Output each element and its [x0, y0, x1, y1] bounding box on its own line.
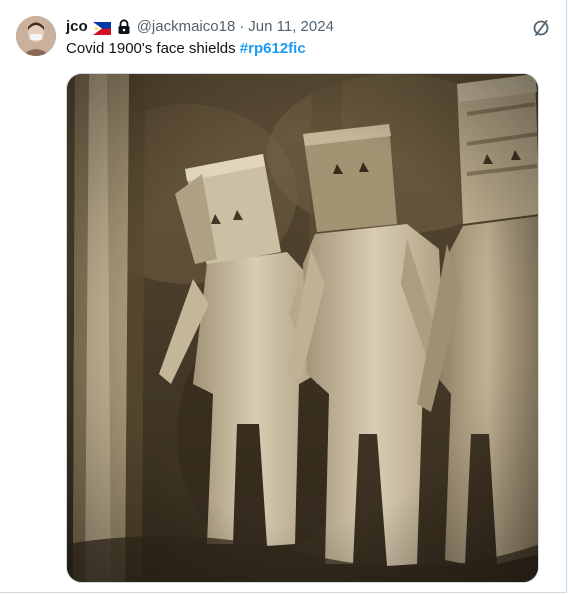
lock-icon: [117, 19, 131, 35]
tweet-body-text: Covid 1900's face shields: [66, 40, 240, 57]
photo-image: [67, 74, 538, 582]
hashtag-link[interactable]: #rp612fic: [240, 40, 306, 57]
tweet-photo[interactable]: [66, 73, 539, 583]
author-handle[interactable]: @jackmaico18: [137, 17, 236, 37]
tweet-header: jco @jackmaico18 · Jun 11, 2024: [66, 17, 334, 37]
tweet-date[interactable]: Jun 11, 2024: [248, 17, 334, 37]
tweet[interactable]: jco @jackmaico18 · Jun 11, 2024 Covid 19: [0, 0, 566, 592]
slashed-circle-icon[interactable]: [530, 17, 552, 39]
philippines-flag-icon: [92, 21, 111, 35]
avatar[interactable]: [16, 16, 56, 56]
tweet-text: Covid 1900's face shields #rp612fic: [66, 39, 306, 59]
display-name[interactable]: jco: [66, 17, 88, 37]
separator-dot: ·: [239, 18, 245, 35]
